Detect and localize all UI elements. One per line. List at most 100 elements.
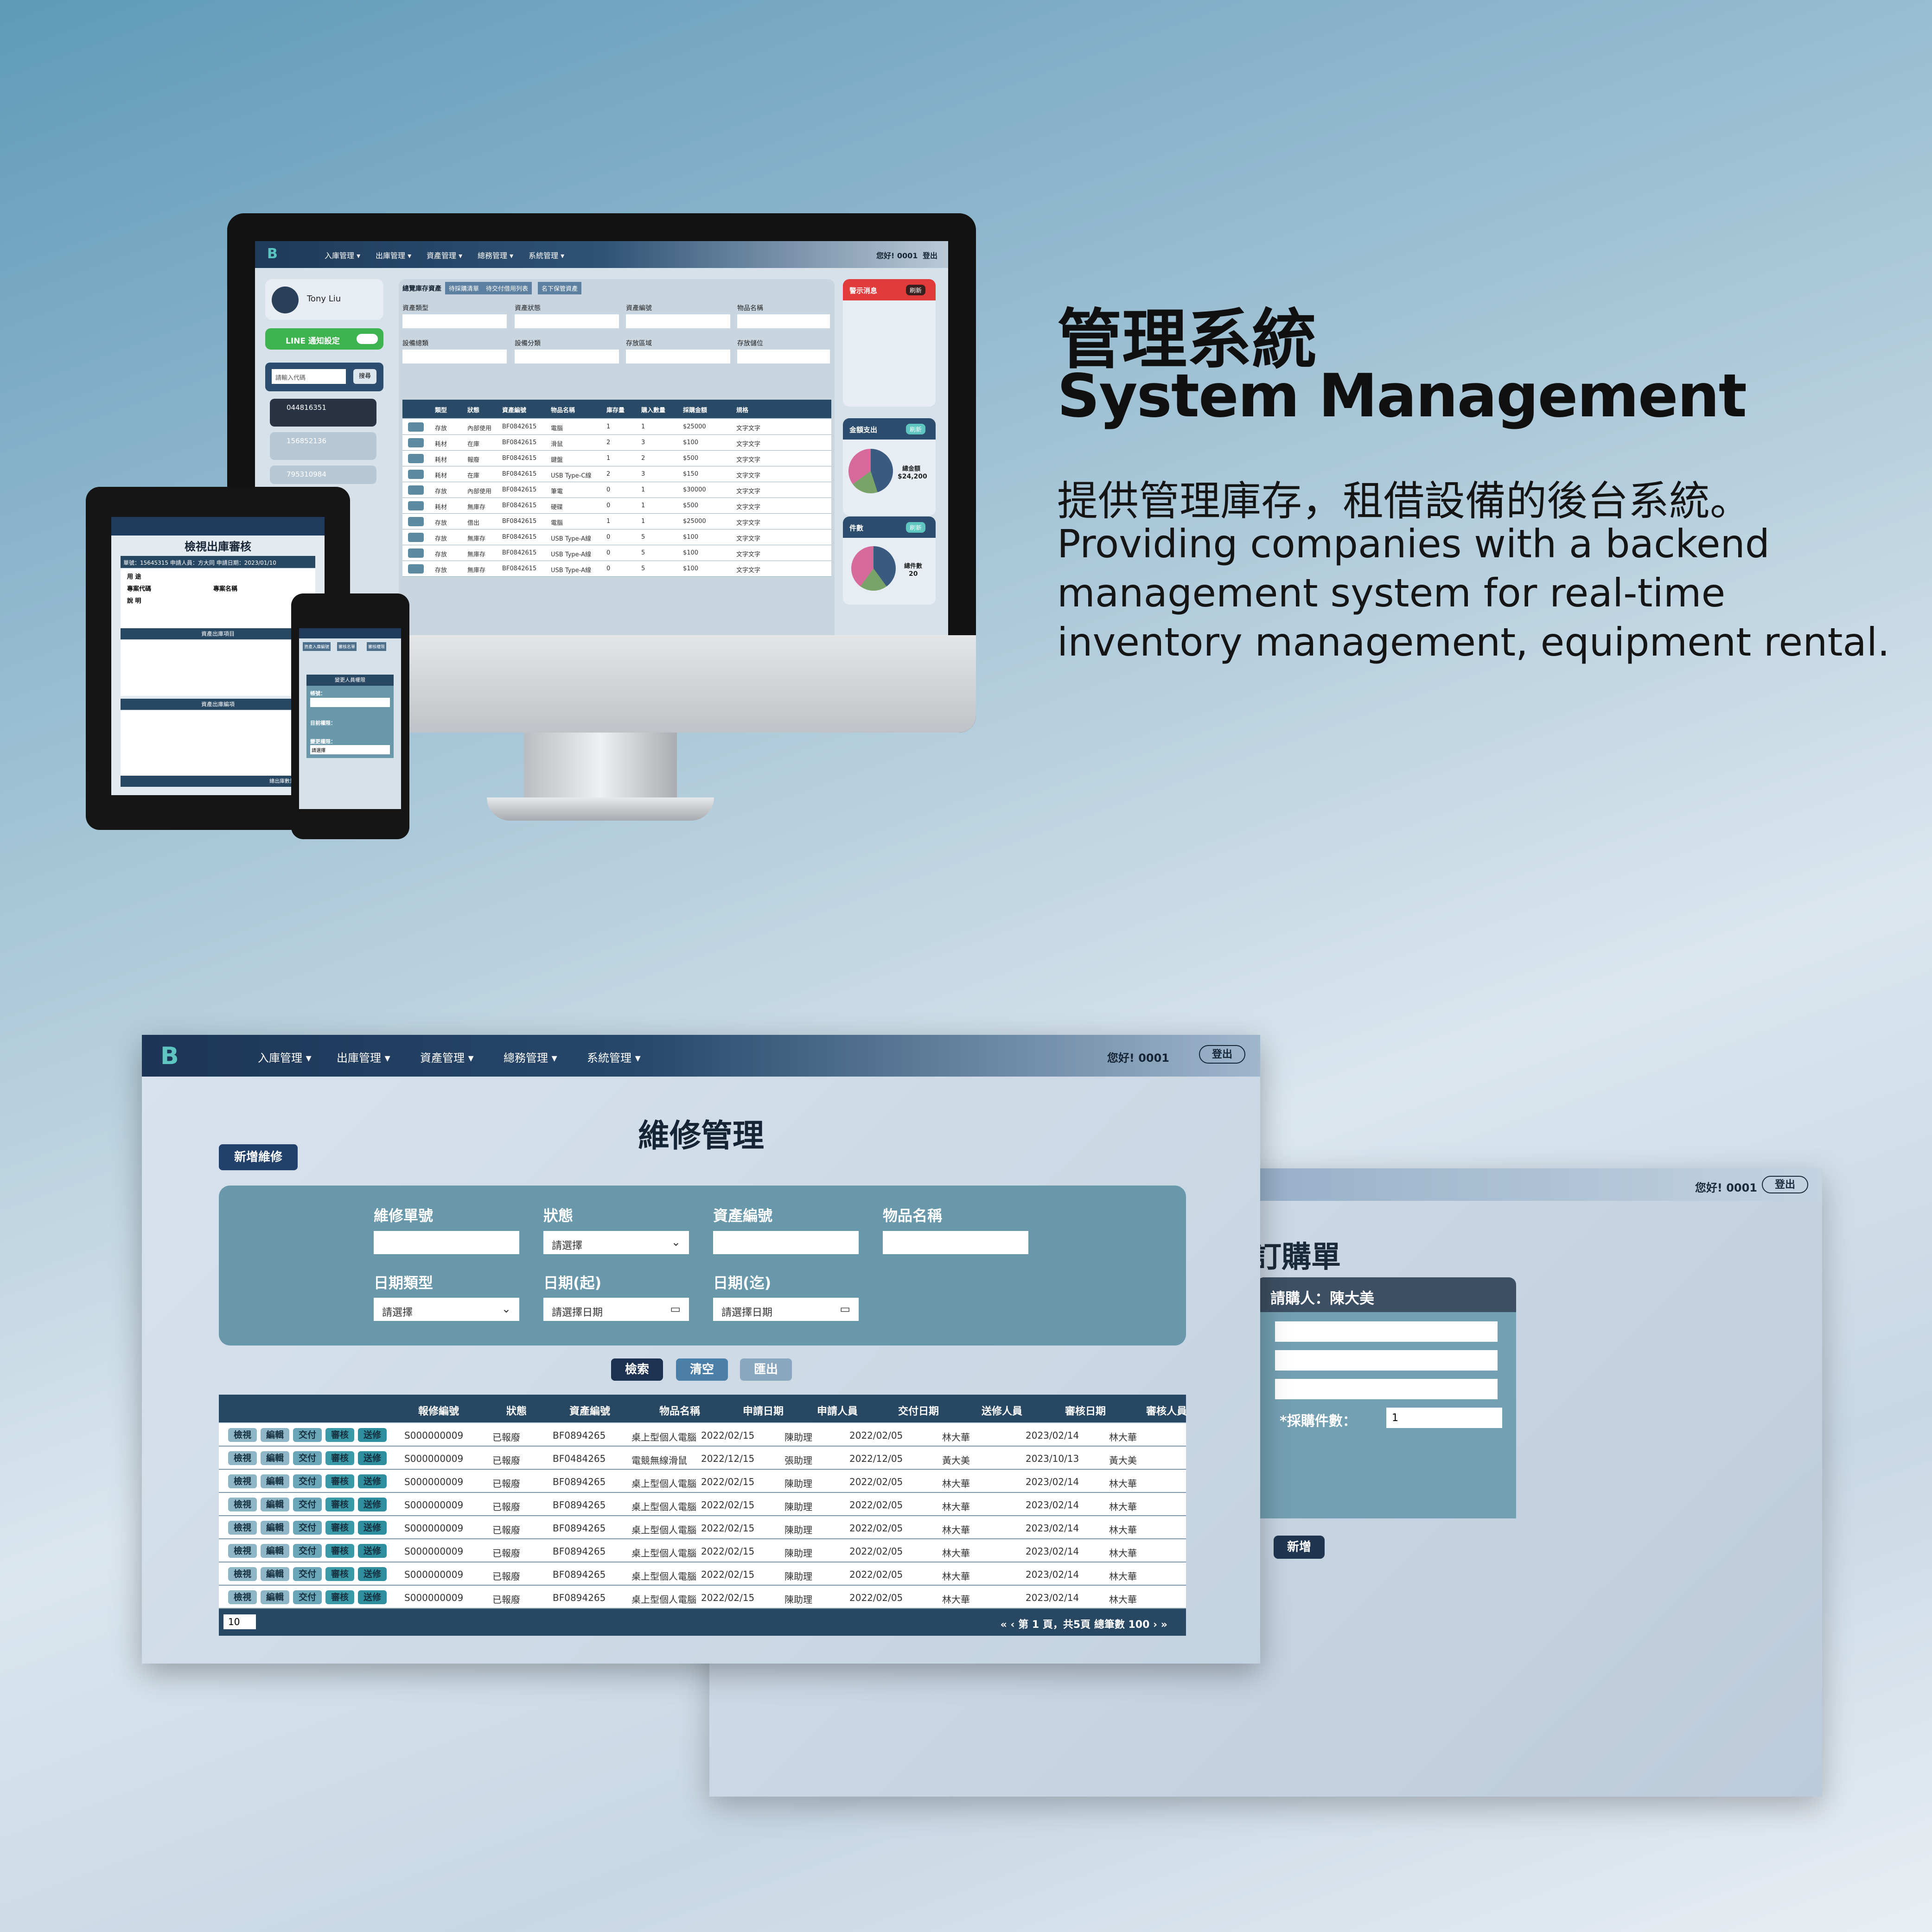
toggle-switch[interactable] <box>357 334 378 344</box>
order-field[interactable] <box>1275 1379 1498 1399</box>
tab-custody[interactable]: 名下保管資產 <box>538 282 582 294</box>
row-action-button[interactable]: 交付 <box>293 1567 322 1581</box>
date-type-select[interactable]: 請選擇 ⌄ <box>374 1298 519 1321</box>
order-qty-input[interactable]: 1 <box>1386 1408 1502 1428</box>
nav-asset[interactable]: 資產管理 ▾ <box>427 249 462 261</box>
row-action-button[interactable]: 檢視 <box>228 1590 257 1604</box>
pagination[interactable]: « ‹ 第 1 頁，共5頁 總筆數 100 › » <box>1001 1616 1167 1631</box>
view-button[interactable] <box>408 501 424 510</box>
status-select[interactable]: 請選擇 ⌄ <box>543 1231 689 1254</box>
nav-outbound[interactable]: 出庫管理 ▾ <box>337 1049 390 1065</box>
row-action-button[interactable]: 交付 <box>293 1451 322 1465</box>
nav-system[interactable]: 系統管理 ▾ <box>529 249 564 261</box>
filter-input[interactable] <box>626 314 730 328</box>
filter-select[interactable] <box>402 350 507 363</box>
nav-inbound[interactable]: 入庫管理 ▾ <box>258 1049 312 1065</box>
view-button[interactable] <box>408 470 424 479</box>
row-action-button[interactable]: 交付 <box>293 1428 322 1442</box>
row-action-button[interactable]: 編輯 <box>261 1428 289 1442</box>
tab-overview[interactable]: 總覽庫存資產 <box>402 284 441 293</box>
filter-select[interactable] <box>515 350 619 363</box>
add-maintenance-button[interactable]: 新增維修 <box>219 1144 298 1170</box>
tab-purchase[interactable]: 待採購清單 <box>445 282 483 294</box>
row-action-button[interactable]: 檢視 <box>228 1498 257 1511</box>
row-action-button[interactable]: 審核 <box>325 1521 354 1535</box>
filter-select[interactable] <box>626 350 730 363</box>
filter-select[interactable] <box>737 350 830 363</box>
row-action-button[interactable]: 編輯 <box>261 1498 289 1511</box>
filter-input[interactable] <box>737 314 830 328</box>
page-size-select[interactable]: 10 <box>223 1614 256 1629</box>
item-name-input[interactable] <box>883 1231 1028 1254</box>
row-action-button[interactable]: 送修 <box>358 1521 387 1535</box>
permission-select[interactable]: 請選擇 <box>310 745 390 754</box>
row-action-button[interactable]: 編輯 <box>261 1474 289 1488</box>
order-field[interactable] <box>1275 1350 1498 1371</box>
logout-button[interactable]: 登出 <box>923 249 937 261</box>
row-action-button[interactable]: 檢視 <box>228 1428 257 1442</box>
nav-outbound[interactable]: 出庫管理 ▾ <box>376 249 411 261</box>
asset-no-input[interactable] <box>713 1231 859 1254</box>
row-action-button[interactable]: 送修 <box>358 1498 387 1511</box>
tab-lending[interactable]: 待交付借用列表 <box>482 282 532 294</box>
nav-asset[interactable]: 資產管理 ▾ <box>420 1049 474 1065</box>
export-button[interactable]: 匯出 <box>740 1358 792 1381</box>
view-button[interactable] <box>408 454 424 463</box>
view-button[interactable] <box>408 422 424 432</box>
col-status[interactable]: 狀態 <box>506 1403 527 1418</box>
filter-select[interactable] <box>515 314 619 328</box>
row-action-button[interactable]: 送修 <box>358 1428 387 1442</box>
col-sender[interactable]: 送修人員 <box>982 1403 1022 1418</box>
row-action-button[interactable]: 編輯 <box>261 1521 289 1535</box>
col-review-date[interactable]: 審核日期 <box>1065 1403 1106 1418</box>
row-action-button[interactable]: 送修 <box>358 1544 387 1558</box>
row-action-button[interactable]: 編輯 <box>261 1590 289 1604</box>
row-action-button[interactable]: 編輯 <box>261 1544 289 1558</box>
row-action-button[interactable]: 審核 <box>325 1567 354 1581</box>
col-apply-date[interactable]: 申請日期 <box>743 1403 784 1418</box>
col-asset-no[interactable]: 資產編號 <box>569 1403 610 1418</box>
count-refresh-button[interactable]: 刷新 <box>906 522 926 533</box>
view-button[interactable] <box>408 438 424 447</box>
clear-button[interactable]: 清空 <box>676 1358 728 1381</box>
code-search-input[interactable]: 請輸入代碼 <box>272 369 346 384</box>
row-action-button[interactable]: 交付 <box>293 1544 322 1558</box>
code-search-button[interactable]: 搜尋 <box>353 369 376 384</box>
cost-refresh-button[interactable]: 刷新 <box>906 424 926 434</box>
order-add-button[interactable]: 新增 <box>1274 1536 1325 1559</box>
nav-inbound[interactable]: 入庫管理 ▾ <box>325 249 360 261</box>
account-input[interactable] <box>310 698 390 707</box>
row-action-button[interactable]: 檢視 <box>228 1451 257 1465</box>
filter-select[interactable] <box>402 314 507 328</box>
view-button[interactable] <box>408 533 424 542</box>
row-action-button[interactable]: 送修 <box>358 1567 387 1581</box>
alert-refresh-button[interactable]: 刷新 <box>906 285 926 295</box>
phone-tab[interactable]: 資產入庫編號 <box>303 642 331 651</box>
view-button[interactable] <box>408 564 424 574</box>
list-item[interactable]: 156852136 <box>270 432 376 460</box>
nav-general[interactable]: 總務管理 ▾ <box>504 1049 557 1065</box>
row-action-button[interactable]: 送修 <box>358 1451 387 1465</box>
row-action-button[interactable]: 審核 <box>325 1590 354 1604</box>
search-button[interactable]: 檢索 <box>611 1358 663 1381</box>
repair-no-input[interactable] <box>374 1231 519 1254</box>
nav-general[interactable]: 總務管理 ▾ <box>478 249 513 261</box>
order-field[interactable] <box>1275 1321 1498 1342</box>
list-item[interactable]: 795310984 <box>270 465 376 484</box>
row-action-button[interactable]: 檢視 <box>228 1544 257 1558</box>
row-action-button[interactable]: 交付 <box>293 1521 322 1535</box>
col-item-name[interactable]: 物品名稱 <box>659 1403 700 1418</box>
row-action-button[interactable]: 交付 <box>293 1498 322 1511</box>
row-action-button[interactable]: 檢視 <box>228 1567 257 1581</box>
row-action-button[interactable]: 審核 <box>325 1544 354 1558</box>
date-from-picker[interactable]: 請選擇日期 ▭ <box>543 1298 689 1321</box>
row-action-button[interactable]: 審核 <box>325 1451 354 1465</box>
col-applicant[interactable]: 申請人員 <box>817 1403 858 1418</box>
list-item[interactable]: 044816351 <box>270 399 376 427</box>
row-action-button[interactable]: 編輯 <box>261 1567 289 1581</box>
order-logout-button[interactable]: 登出 <box>1762 1176 1808 1193</box>
row-action-button[interactable]: 交付 <box>293 1474 322 1488</box>
logo-icon[interactable]: B <box>160 1042 188 1070</box>
row-action-button[interactable]: 審核 <box>325 1428 354 1442</box>
date-to-picker[interactable]: 請選擇日期 ▭ <box>713 1298 859 1321</box>
